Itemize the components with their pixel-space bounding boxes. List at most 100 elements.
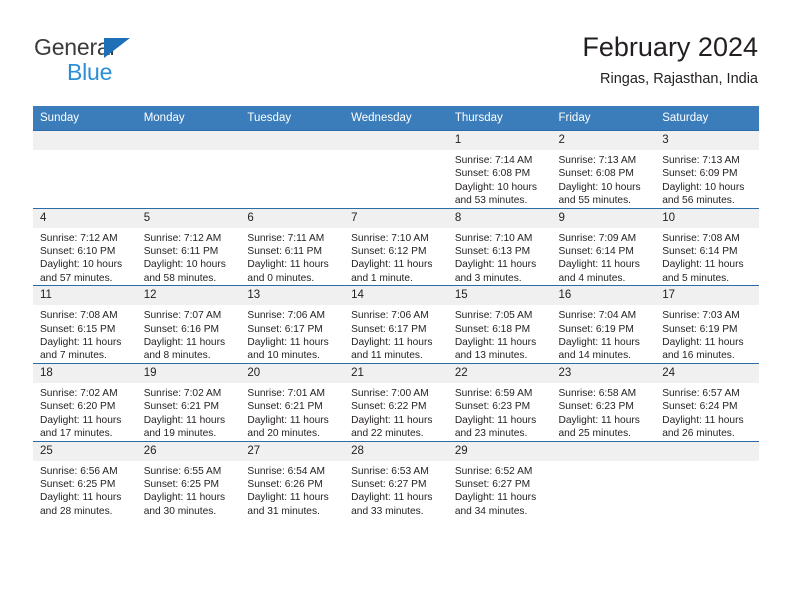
calendar-day-cell[interactable]: 11 Sunrise: 7:08 AM Sunset: 6:15 PM Dayli… <box>33 285 137 364</box>
calendar-day-cell[interactable]: 28 Sunrise: 6:53 AM Sunset: 6:27 PM Dayli… <box>344 440 448 519</box>
calendar-day-cell[interactable]: 22 Sunrise: 6:59 AM Sunset: 6:23 PM Dayli… <box>447 362 552 441</box>
calendar-day-cell[interactable]: 26 Sunrise: 6:55 AM Sunset: 6:25 PM Dayli… <box>136 440 241 519</box>
day-sun-info <box>552 461 656 465</box>
day-sun-info: Sunrise: 7:08 AM Sunset: 6:15 PM Dayligh… <box>40 310 122 362</box>
weekday-header-friday: Friday <box>551 106 656 131</box>
calendar-day-cell[interactable]: 4 Sunrise: 7:12 AM Sunset: 6:10 PM Daylig… <box>33 207 137 286</box>
day-sun-info <box>655 461 759 465</box>
day-sun-info: Sunrise: 7:13 AM Sunset: 6:09 PM Dayligh… <box>662 155 745 207</box>
weekday-header-thursday: Thursday <box>447 106 552 131</box>
calendar-empty-cell <box>240 130 345 209</box>
day-sun-info: Sunrise: 7:12 AM Sunset: 6:10 PM Dayligh… <box>40 232 123 284</box>
day-number: 18 <box>33 363 137 383</box>
calendar-day-cell[interactable]: 21 Sunrise: 7:00 AM Sunset: 6:22 PM Dayli… <box>344 362 448 441</box>
day-number <box>240 131 345 150</box>
calendar-day-cell[interactable]: 14 Sunrise: 7:06 AM Sunset: 6:17 PM Dayli… <box>344 285 448 364</box>
calendar-empty-cell <box>344 130 448 209</box>
calendar-day-cell[interactable]: 18 Sunrise: 7:02 AM Sunset: 6:20 PM Dayli… <box>33 362 137 441</box>
calendar-day-cell[interactable]: 16 Sunrise: 7:04 AM Sunset: 6:19 PM Dayli… <box>551 285 656 364</box>
logo-text-general: General <box>34 34 115 60</box>
calendar-day-cell[interactable]: 17 Sunrise: 7:03 AM Sunset: 6:19 PM Dayli… <box>655 285 759 364</box>
calendar-day-cell[interactable]: 6 Sunrise: 7:11 AM Sunset: 6:11 PM Daylig… <box>240 207 345 286</box>
day-number: 8 <box>447 208 552 228</box>
day-number: 22 <box>447 363 552 383</box>
day-number <box>655 441 759 461</box>
day-sun-info: Sunrise: 6:55 AM Sunset: 6:25 PM Dayligh… <box>143 465 226 517</box>
triangle-icon <box>104 38 130 58</box>
page-title: February 2024 <box>582 32 758 62</box>
day-number: 15 <box>447 286 552 306</box>
calendar-page: General Blue February 2024 Ringas, Rajas… <box>0 0 792 612</box>
calendar-empty-cell <box>136 130 241 209</box>
weekday-header-saturday: Saturday <box>655 106 759 131</box>
calendar-empty-cell <box>551 440 656 519</box>
calendar-empty-cell <box>33 130 137 209</box>
day-sun-info: Sunrise: 7:10 AM Sunset: 6:12 PM Dayligh… <box>351 232 433 284</box>
logo-text-blue: Blue <box>67 59 113 85</box>
day-sun-info: Sunrise: 7:09 AM Sunset: 6:14 PM Dayligh… <box>558 232 640 284</box>
day-number: 20 <box>240 363 345 383</box>
calendar-day-cell[interactable]: 15 Sunrise: 7:05 AM Sunset: 6:18 PM Dayli… <box>447 285 552 364</box>
calendar-week-row: 4 Sunrise: 7:12 AM Sunset: 6:10 PM Daylig… <box>33 207 759 286</box>
day-number: 9 <box>551 208 656 228</box>
day-number: 14 <box>344 286 448 306</box>
calendar-day-cell[interactable]: 23 Sunrise: 6:58 AM Sunset: 6:23 PM Dayli… <box>551 362 656 441</box>
day-sun-info: Sunrise: 7:13 AM Sunset: 6:08 PM Dayligh… <box>558 155 641 207</box>
day-number: 1 <box>447 131 552 150</box>
weekday-header-sunday: Sunday <box>33 106 137 131</box>
day-sun-info <box>344 150 448 154</box>
calendar-day-cell[interactable]: 20 Sunrise: 7:01 AM Sunset: 6:21 PM Dayli… <box>240 362 345 441</box>
calendar-day-cell[interactable]: 24 Sunrise: 6:57 AM Sunset: 6:24 PM Dayli… <box>655 362 759 441</box>
calendar-day-cell[interactable]: 10 Sunrise: 7:08 AM Sunset: 6:14 PM Dayli… <box>655 207 759 286</box>
day-number: 13 <box>240 286 345 306</box>
calendar-day-cell[interactable]: 9 Sunrise: 7:09 AM Sunset: 6:14 PM Daylig… <box>551 207 656 286</box>
day-sun-info: Sunrise: 6:54 AM Sunset: 6:26 PM Dayligh… <box>247 465 329 517</box>
calendar-day-cell[interactable]: 27 Sunrise: 6:54 AM Sunset: 6:26 PM Dayli… <box>240 440 345 519</box>
calendar-body: 1 Sunrise: 7:14 AM Sunset: 6:08 PM Daylig… <box>33 130 759 519</box>
day-sun-info: Sunrise: 7:05 AM Sunset: 6:18 PM Dayligh… <box>454 310 537 362</box>
day-sun-info: Sunrise: 6:53 AM Sunset: 6:27 PM Dayligh… <box>351 465 433 517</box>
day-number: 5 <box>136 208 241 228</box>
page-header: General Blue February 2024 Ringas, Rajas… <box>0 0 792 104</box>
day-number: 29 <box>447 441 552 461</box>
day-sun-info <box>137 150 241 154</box>
calendar-day-cell[interactable]: 3 Sunrise: 7:13 AM Sunset: 6:09 PM Daylig… <box>655 130 759 209</box>
day-sun-info: Sunrise: 6:58 AM Sunset: 6:23 PM Dayligh… <box>558 387 640 440</box>
day-number: 3 <box>655 131 759 150</box>
day-number: 6 <box>240 208 345 228</box>
day-number: 25 <box>33 441 137 461</box>
day-sun-info: Sunrise: 7:06 AM Sunset: 6:17 PM Dayligh… <box>351 310 433 362</box>
calendar-day-cell[interactable]: 5 Sunrise: 7:12 AM Sunset: 6:11 PM Daylig… <box>136 207 241 286</box>
day-sun-info: Sunrise: 7:02 AM Sunset: 6:21 PM Dayligh… <box>143 387 226 440</box>
weekday-header-monday: Monday <box>136 106 241 131</box>
calendar-grid: Sunday Monday Tuesday Wednesday Thursday… <box>33 106 759 519</box>
day-number: 11 <box>33 286 137 306</box>
day-number: 26 <box>136 441 241 461</box>
day-sun-info: Sunrise: 6:59 AM Sunset: 6:23 PM Dayligh… <box>454 387 537 440</box>
calendar-day-cell[interactable]: 29 Sunrise: 6:52 AM Sunset: 6:27 PM Dayli… <box>447 440 552 519</box>
calendar-day-cell[interactable]: 19 Sunrise: 7:02 AM Sunset: 6:21 PM Dayli… <box>136 362 241 441</box>
calendar-day-cell[interactable]: 1 Sunrise: 7:14 AM Sunset: 6:08 PM Daylig… <box>447 130 552 209</box>
day-number: 16 <box>551 286 656 306</box>
calendar-day-cell[interactable]: 7 Sunrise: 7:10 AM Sunset: 6:12 PM Daylig… <box>344 207 448 286</box>
calendar-day-cell[interactable]: 8 Sunrise: 7:10 AM Sunset: 6:13 PM Daylig… <box>447 207 552 286</box>
day-sun-info: Sunrise: 7:02 AM Sunset: 6:20 PM Dayligh… <box>40 387 122 440</box>
weekday-header-wednesday: Wednesday <box>344 106 448 131</box>
day-sun-info: Sunrise: 7:01 AM Sunset: 6:21 PM Dayligh… <box>247 387 329 440</box>
calendar-day-cell[interactable]: 2 Sunrise: 7:13 AM Sunset: 6:08 PM Daylig… <box>551 130 656 209</box>
day-number <box>33 131 137 150</box>
general-blue-logo: General Blue <box>34 36 164 84</box>
calendar-week-row: 11 Sunrise: 7:08 AM Sunset: 6:15 PM Dayli… <box>33 285 759 364</box>
day-number: 4 <box>33 208 137 228</box>
day-sun-info: Sunrise: 7:08 AM Sunset: 6:14 PM Dayligh… <box>662 232 744 284</box>
calendar-week-row: 25 Sunrise: 6:56 AM Sunset: 6:25 PM Dayli… <box>33 440 759 519</box>
day-number: 23 <box>551 363 656 383</box>
weekday-header-tuesday: Tuesday <box>240 106 345 131</box>
day-number <box>136 131 241 150</box>
day-number: 19 <box>136 363 241 383</box>
calendar-day-cell[interactable]: 13 Sunrise: 7:06 AM Sunset: 6:17 PM Dayli… <box>240 285 345 364</box>
day-sun-info: Sunrise: 7:04 AM Sunset: 6:19 PM Dayligh… <box>558 310 640 362</box>
calendar-day-cell[interactable]: 12 Sunrise: 7:07 AM Sunset: 6:16 PM Dayli… <box>136 285 241 364</box>
calendar-day-cell[interactable]: 25 Sunrise: 6:56 AM Sunset: 6:25 PM Dayli… <box>33 440 137 519</box>
day-number <box>344 131 448 150</box>
